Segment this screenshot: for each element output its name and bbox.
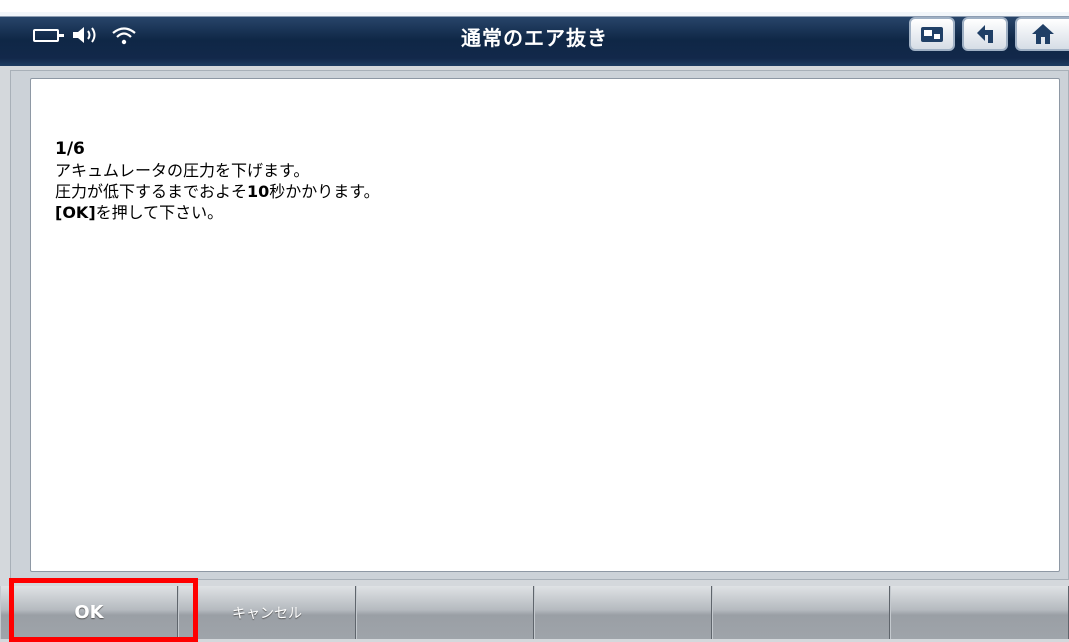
home-button[interactable]	[1015, 17, 1069, 51]
cancel-button[interactable]: キャンセル	[178, 586, 356, 639]
cancel-label: キャンセル	[232, 605, 302, 622]
instruction-line-3: [OK]を押して下さい。	[55, 202, 380, 223]
photo-icon	[921, 27, 943, 42]
back-arrow-icon	[977, 25, 993, 43]
step-indicator: 1/6	[55, 139, 85, 159]
empty-button-3[interactable]	[356, 586, 534, 639]
back-button[interactable]	[962, 17, 1008, 51]
instruction-line-2-pre: 圧力が低下するまでおよそ	[55, 182, 248, 201]
empty-button-5[interactable]	[712, 586, 890, 639]
instruction-line-3-post: を押して下さい。	[95, 203, 224, 222]
photo-button[interactable]	[909, 17, 955, 51]
instruction-line-1: アキュムレータの圧力を下げます。	[55, 161, 310, 180]
title-bar: 通常のエア抜き	[0, 0, 1069, 66]
instruction-ok-ref: [OK]	[55, 203, 96, 222]
instruction-line-2-post: 秒かかります。	[269, 182, 380, 201]
ok-button[interactable]: OK	[0, 586, 178, 639]
instruction-seconds: 10	[247, 182, 270, 201]
bottom-button-bar: OK キャンセル	[0, 586, 1069, 639]
empty-button-4[interactable]	[534, 586, 712, 639]
home-icon	[1032, 24, 1054, 44]
instruction-line-2: 圧力が低下するまでおよそ10秒かかります。	[55, 181, 380, 202]
instruction-text: 1/6 アキュムレータの圧力を下げます。 圧力が低下するまでおよそ10秒かかりま…	[55, 139, 380, 223]
empty-button-6[interactable]	[890, 586, 1069, 639]
message-panel: 1/6 アキュムレータの圧力を下げます。 圧力が低下するまでおよそ10秒かかりま…	[30, 78, 1060, 572]
